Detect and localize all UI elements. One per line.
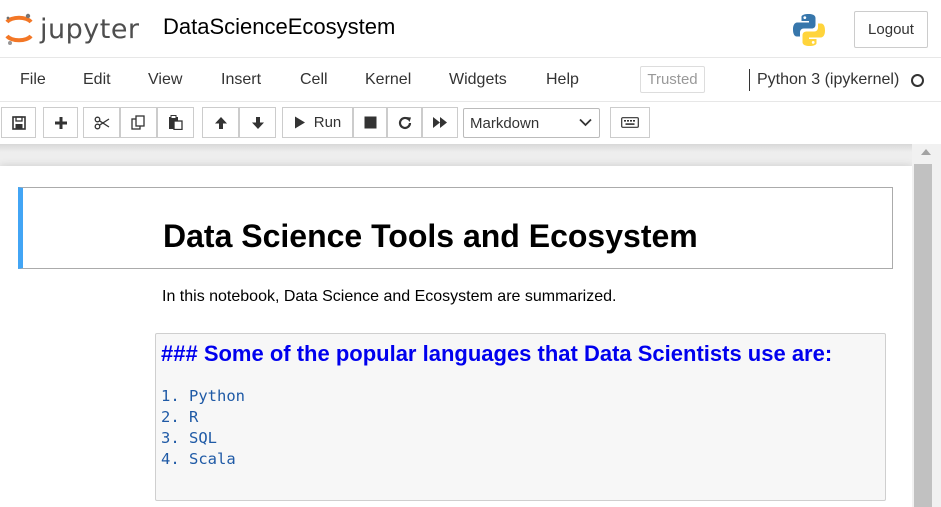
copy-button[interactable] [120,107,157,138]
scroll-up-arrow-icon[interactable] [921,149,931,155]
insert-cell-button[interactable] [43,107,78,138]
logout-button[interactable]: Logout [854,11,928,48]
fast-forward-icon [433,117,447,128]
scrollbar-thumb[interactable] [914,164,932,507]
menu-insert[interactable]: Insert [221,71,261,89]
notebook-title: Data Science Tools and Ecosystem [163,218,698,254]
list-item: 4. Scala [161,450,236,468]
move-up-button[interactable] [202,107,239,138]
plus-icon [54,116,67,129]
cell-type-value: Markdown [470,114,540,132]
run-label: Run [313,114,342,131]
jupyter-logo-icon [5,13,33,45]
list-item: 1. Python [161,387,245,405]
copy-icon [131,115,145,130]
header: jupyter DataScienceEcosystem Logout [0,0,941,57]
notebook-name[interactable]: DataScienceEcosystem [163,14,395,40]
save-button[interactable] [1,107,36,138]
restart-run-all-button[interactable] [422,107,458,138]
command-palette-button[interactable] [610,107,650,138]
jupyter-logo[interactable]: jupyter [4,11,140,47]
menu-edit[interactable]: Edit [83,71,111,89]
paste-icon [169,115,183,130]
cut-button[interactable] [83,107,120,138]
menu-widgets[interactable]: Widgets [449,71,507,89]
menubar: File Edit View Insert Cell Kernel Widget… [0,57,941,102]
python-logo-icon [791,12,827,53]
cell-type-select[interactable]: Markdown [463,108,600,138]
keyboard-icon [621,117,639,128]
arrow-down-icon [251,116,264,129]
markdown-list-source: 1. Python 2. R 3. SQL 4. Scala [161,386,245,470]
arrow-up-icon [214,116,227,129]
markdown-cell-selected[interactable]: Data Science Tools and Ecosystem [18,187,893,269]
stop-icon [364,116,376,129]
markdown-heading-source: ### Some of the popular languages that D… [161,341,833,366]
menu-file[interactable]: File [20,71,46,89]
kernel-idle-icon [911,74,924,87]
markdown-cell-intro[interactable]: In this notebook, Data Science and Ecosy… [162,288,616,306]
chevron-down-icon [579,118,592,127]
restart-button[interactable] [387,107,422,138]
kernel-separator [749,69,750,91]
list-item: 2. R [161,408,199,426]
scrollbar[interactable] [912,144,941,507]
menu-cell[interactable]: Cell [300,71,328,89]
logo-text: jupyter [40,13,140,45]
notebook-shadow [0,144,941,152]
markdown-cell-editor[interactable]: ### Some of the popular languages that D… [155,333,886,501]
cut-icon [94,116,109,129]
move-down-button[interactable] [239,107,276,138]
toolbar: Run Markdown [0,102,941,144]
kernel-name[interactable]: Python 3 (ipykernel) [757,71,899,89]
save-icon [11,115,26,130]
menu-kernel[interactable]: Kernel [365,71,411,89]
menu-help[interactable]: Help [546,71,579,89]
list-item: 3. SQL [161,429,217,447]
restart-icon [398,116,411,129]
run-button[interactable]: Run [282,107,353,138]
paste-button[interactable] [157,107,194,138]
interrupt-button[interactable] [353,107,387,138]
menu-view[interactable]: View [148,71,182,89]
trusted-indicator[interactable]: Trusted [640,66,705,93]
play-icon [294,116,305,129]
